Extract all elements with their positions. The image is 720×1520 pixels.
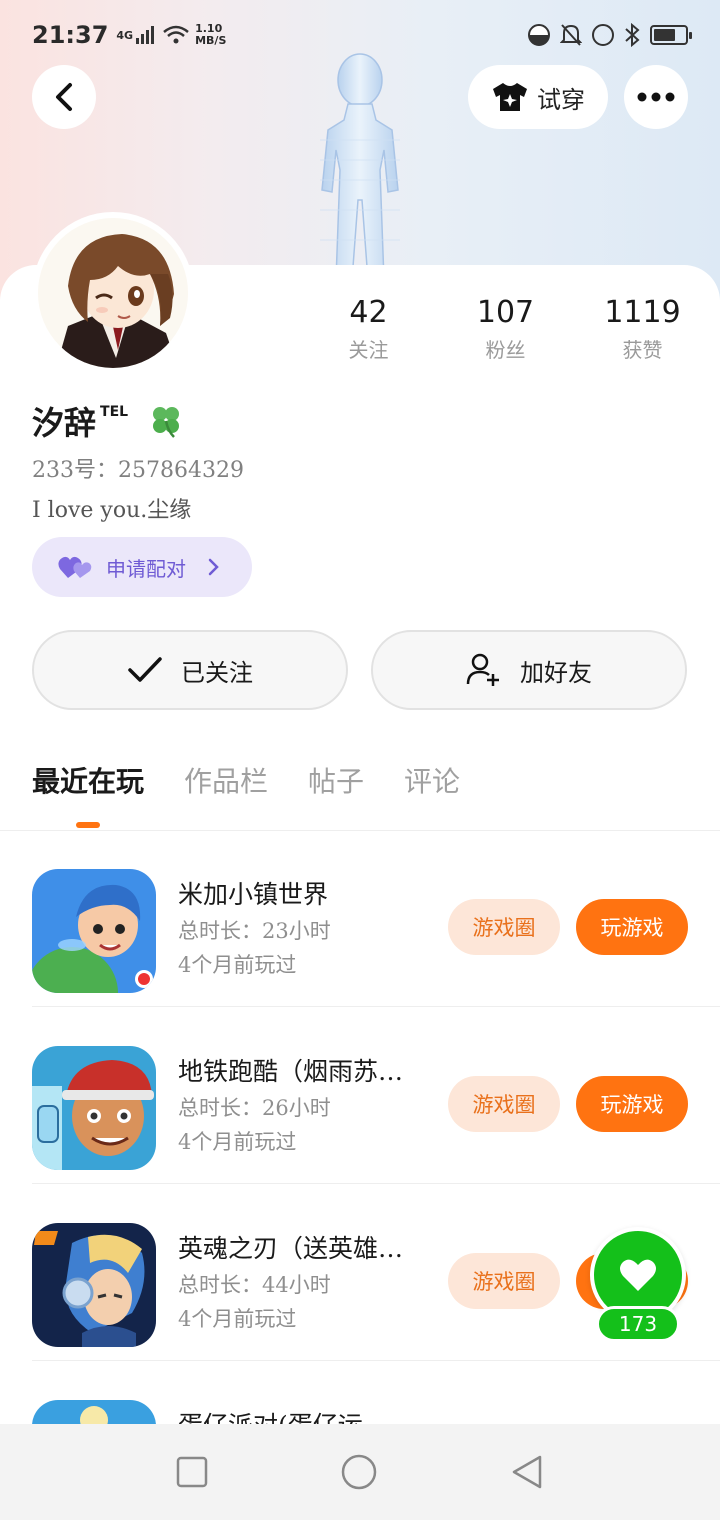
add-friend-label: 加好友 bbox=[520, 658, 592, 687]
battery-icon bbox=[650, 25, 692, 45]
request-pair-label: 申请配对 bbox=[106, 556, 186, 581]
game-icon-miga-town[interactable] bbox=[32, 869, 156, 993]
home-icon[interactable] bbox=[340, 1453, 378, 1491]
tab-posts[interactable]: 帖子 bbox=[308, 760, 364, 820]
system-navigation-bar bbox=[0, 1424, 720, 1520]
user-id: 233号：257864329 bbox=[32, 458, 244, 483]
stat-following[interactable]: 42 关注 bbox=[300, 295, 437, 363]
game-last-played: 4个月前玩过 bbox=[178, 1130, 297, 1154]
profile-stats: 42 关注 107 粉丝 1119 获赞 bbox=[300, 295, 720, 363]
tab-comments[interactable]: 评论 bbox=[404, 760, 460, 820]
game-duration: 总时长：23小时 bbox=[178, 919, 331, 943]
play-game-button[interactable]: 玩游戏 bbox=[576, 899, 688, 955]
clover-icon bbox=[153, 407, 180, 438]
wifi-icon bbox=[163, 25, 189, 44]
game-last-played: 4个月前玩过 bbox=[178, 953, 297, 977]
game-duration: 总时长：26小时 bbox=[178, 1096, 331, 1120]
game-title: 蛋仔派对(蛋仔运… bbox=[178, 1406, 388, 1424]
try-on-label: 试穿 bbox=[537, 85, 585, 114]
avatar-figure-hologram bbox=[320, 53, 400, 280]
followed-button[interactable]: 已关注 bbox=[32, 630, 348, 710]
stat-fans[interactable]: 107 粉丝 bbox=[437, 295, 574, 363]
chevron-right-icon bbox=[208, 558, 219, 576]
game-circle-button[interactable]: 游戏圈 bbox=[448, 1253, 560, 1309]
heart-icon bbox=[620, 1259, 656, 1291]
game-circle-button[interactable]: 游戏圈 bbox=[448, 1076, 560, 1132]
tab-label: 帖子 bbox=[308, 765, 365, 798]
game-title: 米加小镇世界 bbox=[178, 880, 329, 909]
request-pair-button[interactable]: 申请配对 bbox=[32, 537, 252, 597]
tab-label: 最近在玩 bbox=[32, 765, 145, 798]
recent-apps-icon[interactable] bbox=[176, 1456, 208, 1488]
stat-label: 关注 bbox=[348, 338, 389, 362]
tab-label: 作品栏 bbox=[184, 765, 269, 798]
back-triangle-icon[interactable] bbox=[510, 1454, 544, 1490]
network-type: 4G bbox=[116, 28, 134, 42]
username-suffix: TEL bbox=[100, 404, 129, 420]
rotation-lock-icon bbox=[592, 24, 614, 46]
tab-recently-played[interactable]: 最近在玩 bbox=[32, 760, 145, 828]
username: 汐辞 bbox=[32, 404, 97, 442]
chevron-left-icon bbox=[56, 83, 72, 111]
back-button[interactable] bbox=[32, 65, 96, 129]
username-row: 汐辞 TEL bbox=[32, 398, 184, 444]
more-dots-icon bbox=[637, 92, 675, 102]
network-speed: 1.10 MB/S bbox=[195, 23, 226, 47]
game-list-item[interactable]: 蛋仔派对(蛋仔运… bbox=[0, 1362, 720, 1424]
anime-girl-avatar-illustration bbox=[38, 218, 188, 368]
stat-label: 获赞 bbox=[622, 338, 663, 362]
tshirt-icon bbox=[493, 83, 527, 111]
tab-active-indicator bbox=[76, 822, 100, 828]
game-icon-subway-surfers[interactable] bbox=[32, 1046, 156, 1170]
mute-bell-icon bbox=[560, 24, 582, 46]
signal-icon bbox=[136, 26, 155, 44]
status-time: 21:37 bbox=[32, 21, 109, 49]
game-list-item[interactable]: 地铁跑酷（烟雨苏… 总时长：26小时 4个月前玩过 游戏圈 玩游戏 bbox=[0, 1008, 720, 1184]
checkmark-icon bbox=[128, 657, 162, 682]
try-on-button[interactable]: 试穿 bbox=[468, 65, 608, 129]
user-bio: I love you.尘缘 bbox=[32, 498, 192, 523]
stat-value: 1119 bbox=[604, 295, 681, 330]
tab-works[interactable]: 作品栏 bbox=[184, 760, 268, 820]
list-divider bbox=[32, 1006, 720, 1007]
game-last-played: 4个月前玩过 bbox=[178, 1307, 297, 1331]
stat-likes[interactable]: 1119 获赞 bbox=[574, 295, 711, 363]
status-icons bbox=[528, 23, 692, 47]
list-divider bbox=[32, 1360, 720, 1361]
stat-value: 42 bbox=[349, 295, 388, 330]
game-duration: 总时长：44小时 bbox=[178, 1273, 331, 1297]
data-saver-icon bbox=[528, 24, 550, 46]
game-icon-soul-blade[interactable] bbox=[32, 1223, 156, 1347]
followed-label: 已关注 bbox=[181, 658, 253, 687]
play-game-button[interactable]: 玩游戏 bbox=[576, 1076, 688, 1132]
game-icon-eggy-party[interactable] bbox=[32, 1400, 156, 1424]
avatar-image bbox=[38, 218, 188, 368]
list-divider bbox=[32, 1183, 720, 1184]
speed-unit: MB/S bbox=[195, 34, 227, 47]
tab-label: 评论 bbox=[404, 765, 461, 798]
add-friend-button[interactable]: 加好友 bbox=[371, 630, 687, 710]
game-circle-button[interactable]: 游戏圈 bbox=[448, 899, 560, 955]
profile-tabs: 最近在玩 作品栏 帖子 评论 bbox=[32, 760, 460, 828]
double-heart-icon bbox=[58, 556, 92, 578]
avatar[interactable] bbox=[32, 212, 194, 374]
stat-value: 107 bbox=[476, 295, 535, 330]
add-user-icon bbox=[466, 653, 499, 686]
bluetooth-icon bbox=[625, 23, 640, 47]
game-list-item[interactable]: 米加小镇世界 总时长：23小时 4个月前玩过 游戏圈 玩游戏 bbox=[0, 831, 720, 1007]
game-title: 英魂之刃（送英雄… bbox=[178, 1234, 404, 1263]
more-options-button[interactable] bbox=[624, 65, 688, 129]
like-count-badge: 173 bbox=[596, 1306, 680, 1342]
status-bar: 21:37 4G 1.10 MB/S bbox=[0, 0, 720, 70]
stat-label: 粉丝 bbox=[485, 338, 526, 362]
game-title: 地铁跑酷（烟雨苏… bbox=[178, 1057, 404, 1086]
